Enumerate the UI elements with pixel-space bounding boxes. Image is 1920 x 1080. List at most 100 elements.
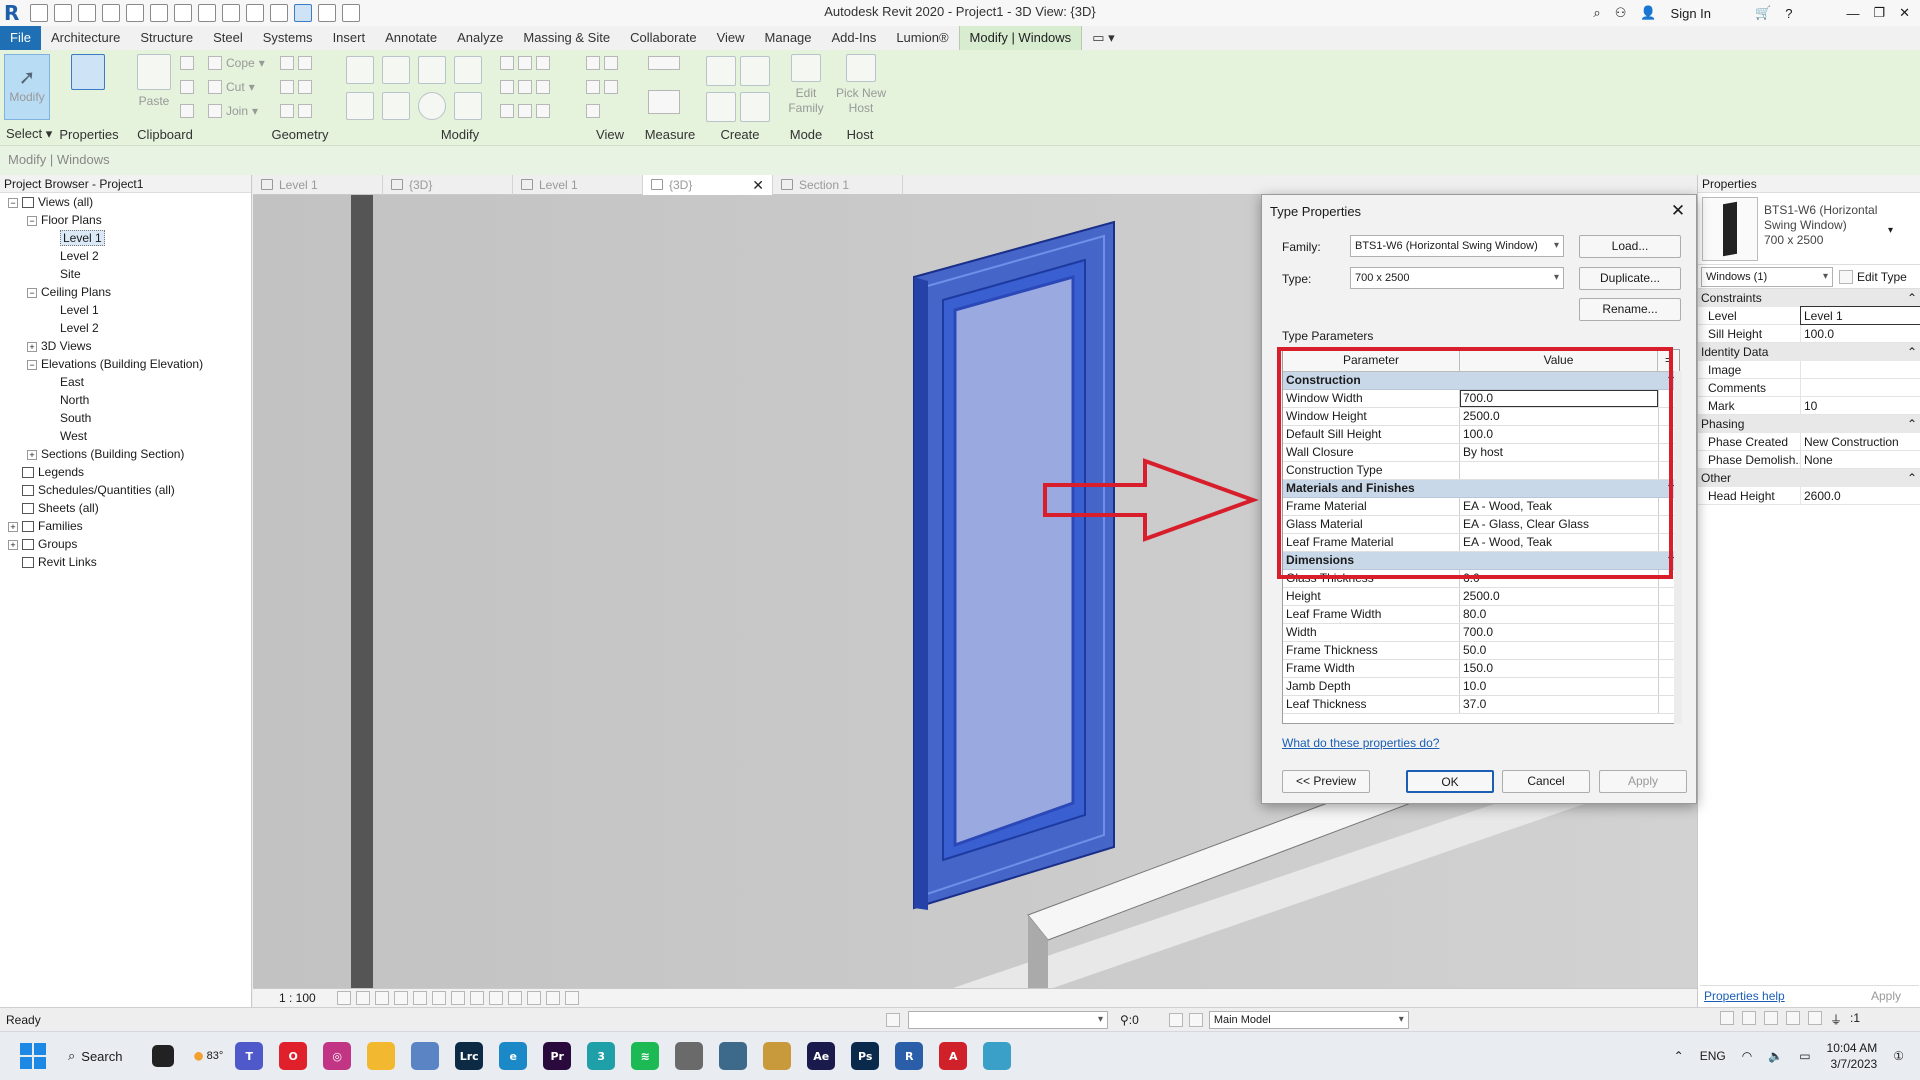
wifi-icon[interactable]: ◠ xyxy=(1742,1049,1752,1063)
match-type-icon[interactable] xyxy=(180,104,194,118)
paste-button[interactable]: Paste xyxy=(134,54,174,108)
tray-overflow-icon[interactable]: ⌃ xyxy=(1674,1049,1684,1063)
underlay-select-icon[interactable] xyxy=(1741,1011,1756,1025)
tree-item[interactable]: + Groups xyxy=(0,535,251,553)
menu-steel[interactable]: Steel xyxy=(203,26,253,50)
menu-add-ins[interactable]: Add-Ins xyxy=(822,26,887,50)
opera-icon[interactable]: O xyxy=(279,1042,308,1070)
load-button[interactable]: Load... xyxy=(1579,235,1681,258)
paint-icon[interactable] xyxy=(298,80,312,94)
edit-type-button[interactable]: Edit Type xyxy=(1839,269,1907,284)
tree-item[interactable]: South xyxy=(0,409,251,427)
exclude-options-icon[interactable] xyxy=(1188,1012,1203,1027)
weather-widget[interactable]: ● 83° xyxy=(192,1045,223,1068)
select-dropdown[interactable]: Select ▾ xyxy=(0,126,55,142)
user-icon[interactable]: 👤 xyxy=(1640,5,1656,21)
lock-view-icon[interactable] xyxy=(470,991,484,1005)
expand-icon[interactable]: + xyxy=(8,539,18,550)
cut-tool-icon[interactable] xyxy=(180,56,194,70)
menu-view[interactable]: View xyxy=(707,26,755,50)
model-dropdown[interactable]: Main Model ▾ xyxy=(1208,1010,1409,1029)
app-c-icon[interactable] xyxy=(763,1042,792,1070)
search-icon[interactable]: ⌕ xyxy=(1593,5,1600,21)
column-parameter[interactable]: Parameter xyxy=(1283,350,1460,371)
taskbar-search[interactable]: ⌕ Search xyxy=(68,1048,122,1064)
edge-icon[interactable]: e xyxy=(499,1042,528,1070)
tree-item[interactable]: − Elevations (Building Elevation) xyxy=(0,355,251,373)
type-selector[interactable]: BTS1-W6 (Horizontal Swing Window) 700 x … xyxy=(1698,193,1920,265)
collapse-icon[interactable]: − xyxy=(27,215,37,226)
property-value[interactable]: 10 xyxy=(1801,397,1920,414)
formula-cell[interactable] xyxy=(1658,696,1666,713)
menu-analyze[interactable]: Analyze xyxy=(447,26,513,50)
render-icon[interactable] xyxy=(413,991,427,1005)
tree-item[interactable]: Schedules/Quantities (all) xyxy=(0,481,251,499)
create-assembly-icon[interactable] xyxy=(706,56,736,86)
app-b-icon[interactable] xyxy=(719,1042,748,1070)
remove-paint-icon[interactable] xyxy=(280,104,294,118)
tab-3d-view-a[interactable]: {3D} xyxy=(383,174,513,195)
visual-style-icon[interactable] xyxy=(356,991,370,1005)
collapse-group-icon[interactable]: ⌃ xyxy=(1907,345,1917,359)
split-gap-icon[interactable] xyxy=(518,56,532,70)
properties-tool-button[interactable] xyxy=(66,54,110,120)
parameter-value[interactable] xyxy=(1460,462,1658,479)
tree-item[interactable]: Level 2 xyxy=(0,319,251,337)
minimize-icon[interactable]: — xyxy=(1846,6,1859,21)
column-value[interactable]: Value xyxy=(1460,350,1658,371)
photoshop-icon[interactable]: Ps xyxy=(851,1042,880,1070)
parameter-value[interactable]: 700.0 xyxy=(1460,624,1658,641)
expand-icon[interactable]: + xyxy=(27,341,37,352)
formula-cell[interactable] xyxy=(1658,444,1666,461)
create-parts-icon[interactable] xyxy=(740,56,770,86)
shadows-icon[interactable] xyxy=(394,991,408,1005)
parameter-value[interactable]: 80.0 xyxy=(1460,606,1658,623)
demolish-icon[interactable] xyxy=(298,56,312,70)
copy-element-icon[interactable] xyxy=(382,92,410,120)
property-group-header[interactable]: Other ⌃ xyxy=(1698,469,1920,487)
lightroom-icon[interactable]: Lrc xyxy=(455,1042,484,1070)
parameter-value[interactable]: 2500.0 xyxy=(1460,588,1658,605)
cut-button[interactable]: Cut ▾ xyxy=(208,80,255,94)
instance-filter-dropdown[interactable]: Windows (1) ▾ xyxy=(1701,266,1833,287)
collapse-icon[interactable]: − xyxy=(27,287,37,298)
cart-icon[interactable]: 🛒 xyxy=(1755,5,1771,21)
design-options-icon[interactable] xyxy=(1168,1012,1183,1027)
preview-button[interactable]: << Preview xyxy=(1282,770,1370,793)
unpin-icon[interactable] xyxy=(536,80,550,94)
collapse-group-icon[interactable]: ⌃ xyxy=(1907,291,1917,305)
property-value[interactable]: 100.0 xyxy=(1801,325,1920,342)
duplicate-button[interactable]: Duplicate... xyxy=(1579,267,1681,290)
help-icon[interactable]: ? xyxy=(1785,6,1792,21)
help-link[interactable]: What do these properties do? xyxy=(1282,736,1439,750)
property-value[interactable]: 2600.0 xyxy=(1801,487,1920,504)
globe-app-icon[interactable] xyxy=(983,1042,1012,1070)
expand-icon[interactable]: + xyxy=(27,449,37,460)
menu-structure[interactable]: Structure xyxy=(130,26,203,50)
menu-collaborate[interactable]: Collaborate xyxy=(620,26,707,50)
create-similar-icon[interactable] xyxy=(740,92,770,122)
tree-item[interactable]: + Sections (Building Section) xyxy=(0,445,251,463)
formula-cell[interactable] xyxy=(1658,426,1666,443)
tree-item[interactable]: East xyxy=(0,373,251,391)
parameter-group-header[interactable]: Construction ⌃ xyxy=(1283,372,1679,390)
editing-requests-icon[interactable]: ⚲ xyxy=(1120,1013,1129,1027)
tree-item[interactable]: Level 1 xyxy=(0,301,251,319)
properties-apply-button[interactable]: Apply xyxy=(1871,989,1915,1003)
filter-icon[interactable]: ⏚ xyxy=(1830,1011,1842,1028)
split-face-icon[interactable] xyxy=(280,80,294,94)
tab-level-1-plan[interactable]: Level 1 xyxy=(253,174,383,195)
analytical-icon[interactable] xyxy=(546,991,560,1005)
panel-toggle-icon[interactable]: ▭ ▾ xyxy=(1082,26,1124,50)
offset-icon[interactable] xyxy=(382,56,410,84)
type-dropdown[interactable]: 700 x 2500 ▾ xyxy=(1350,267,1564,289)
trim-single-icon[interactable] xyxy=(518,104,532,118)
after-effects-icon[interactable]: Ae xyxy=(807,1042,836,1070)
property-group-header[interactable]: Identity Data ⌃ xyxy=(1698,343,1920,361)
formula-cell[interactable] xyxy=(1658,570,1666,587)
override-graphics-icon[interactable] xyxy=(604,56,618,70)
formula-cell[interactable] xyxy=(1658,498,1666,515)
scale-icon[interactable] xyxy=(518,80,532,94)
parameter-value[interactable]: 2500.0 xyxy=(1460,408,1658,425)
formula-cell[interactable] xyxy=(1658,588,1666,605)
